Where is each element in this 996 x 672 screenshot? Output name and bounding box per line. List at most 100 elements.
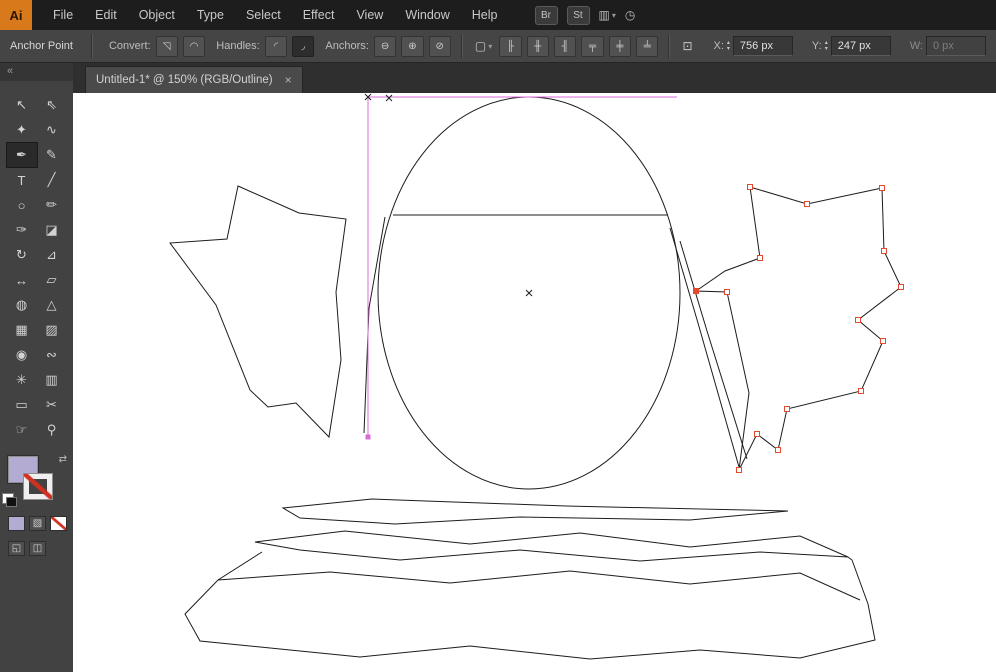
document-area: Untitled-1* @ 150% (RGB/Outline) × [73,63,996,672]
convert-to-smooth-button[interactable]: ◠ [182,35,206,57]
tool-symbol-sprayer[interactable]: ✳ [7,368,37,392]
menu-select[interactable]: Select [235,0,292,30]
app-logo: Ai [0,0,32,30]
swap-fill-stroke-icon[interactable]: ⇄ [59,454,67,465]
x-label: X: [713,40,724,52]
align-to-dropdown[interactable]: ▢ ▾ [475,39,492,53]
none-button[interactable] [50,516,67,531]
arrange-documents-dropdown[interactable]: ▥ ▾ [599,8,616,22]
align-right-button[interactable]: ╢ [554,35,577,57]
tool-eyedropper[interactable]: ◉ [7,343,37,367]
reference-point-icon[interactable]: ⊡ [682,39,692,53]
tool-gradient[interactable]: ▨ [37,318,67,342]
tool-artboard[interactable]: ▭ [7,393,37,417]
align-v-center-button[interactable]: ╪ [608,35,632,57]
toolbar: « ↖ ⇖ ✦ ∿ ✒ ✎ T ╱ ○ ✏ ✑ ◪ ↻ ⊿ ↔ ▱ ◍ △ ▦ … [0,63,73,672]
align-left-button[interactable]: ╟ [499,35,522,57]
tool-column-graph[interactable]: ▥ [37,368,67,392]
screen-mode-button[interactable]: ◫ [29,541,46,556]
tool-rotate[interactable]: ↻ [7,243,37,267]
y-label: Y: [811,40,822,52]
stroke-color-swatch[interactable] [23,473,53,500]
tab-close-icon[interactable]: × [285,73,292,87]
tool-width[interactable]: ↔ [7,268,37,292]
tool-zoom[interactable]: ⚲ [37,418,67,442]
x-field-group: X: ▴ ▾ 756 px [708,36,793,56]
align-bottom-button[interactable]: ╧ [636,35,659,57]
tool-line-segment[interactable]: ╱ [37,168,67,192]
menu-file[interactable]: File [42,0,84,30]
anchors-label: Anchors: [325,40,369,52]
y-field-group: Y: ▴ ▾ 247 px [806,36,891,56]
stepper-down-icon[interactable]: ▾ [825,46,828,52]
tool-paintbrush[interactable]: ✎ [37,143,67,167]
tool-shape-builder[interactable]: ◍ [7,293,37,317]
tool-direct-selection[interactable]: ⇖ [37,93,67,117]
convert-to-corner-button[interactable]: ◹ [155,35,178,57]
active-tool-label: Anchor Point [10,40,73,52]
bridge-button[interactable]: Br [534,5,558,25]
color-swatch-area: ⇄ [0,454,73,507]
menu-effect[interactable]: Effect [292,0,346,30]
menu-edit[interactable]: Edit [84,0,128,30]
separator [460,34,463,58]
w-field-group: W: 0 px [904,36,986,56]
toolbar-collapse-button[interactable]: « [0,63,73,81]
x-input[interactable]: 756 px [732,36,793,56]
tool-blob-brush[interactable]: ✏ [37,193,67,217]
performance-meter-icon[interactable]: ◷ [625,8,635,22]
draw-mode-button[interactable]: ◱ [8,541,25,556]
tool-blend[interactable]: ∾ [37,343,67,367]
y-input[interactable]: 247 px [830,36,891,56]
main-area: « ↖ ⇖ ✦ ∿ ✒ ✎ T ╱ ○ ✏ ✑ ◪ ↻ ⊿ ↔ ▱ ◍ △ ▦ … [0,63,996,672]
tool-lasso[interactable]: ∿ [37,118,67,142]
tool-magic-wand[interactable]: ✦ [7,118,37,142]
chevron-down-icon: ▾ [488,41,493,51]
x-stepper[interactable]: ▴ ▾ [727,40,730,52]
tool-slice[interactable]: ✂ [37,393,67,417]
chevron-down-icon: ▾ [611,10,616,20]
document-tab-bar: Untitled-1* @ 150% (RGB/Outline) × [73,63,996,93]
default-fill-stroke-icon[interactable] [2,493,17,507]
menu-help[interactable]: Help [461,0,509,30]
connect-anchors-button[interactable]: ⊕ [401,35,424,57]
control-bar: Anchor Point Convert: ◹ ◠ Handles: ◜ ◞ A… [0,30,996,63]
tool-free-transform[interactable]: ▱ [37,268,67,292]
stock-button[interactable]: St [566,5,590,25]
tool-hand[interactable]: ☞ [7,418,37,442]
tool-ellipse[interactable]: ○ [7,193,37,217]
cut-path-button[interactable]: ⊘ [428,35,451,57]
main-menu: File Edit Object Type Select Effect View… [42,0,509,30]
w-label: W: [909,40,923,52]
stepper-down-icon[interactable]: ▾ [727,46,730,52]
document-tab-title: Untitled-1* @ 150% (RGB/Outline) [96,74,273,86]
mode-row: ◱ ◫ [0,541,73,556]
tool-type[interactable]: T [7,168,37,192]
menu-view[interactable]: View [345,0,394,30]
tool-perspective-grid[interactable]: △ [37,293,67,317]
y-stepper[interactable]: ▴ ▾ [825,40,828,52]
menu-object[interactable]: Object [128,0,186,30]
align-top-button[interactable]: ╤ [581,35,604,57]
menu-type[interactable]: Type [186,0,235,30]
hide-handles-button[interactable]: ◞ [292,35,315,57]
artwork-svg [169,93,904,660]
gradient-button[interactable]: ▧ [29,516,46,531]
tool-eraser[interactable]: ◪ [37,218,67,242]
document-tab[interactable]: Untitled-1* @ 150% (RGB/Outline) × [85,66,303,93]
arrange-documents-icon: ▥ [598,8,610,22]
tool-pen[interactable]: ✒ [5,142,38,168]
tool-mesh[interactable]: ▦ [7,318,37,342]
remove-anchors-button[interactable]: ⊖ [373,35,397,57]
tool-scale[interactable]: ⊿ [37,243,67,267]
menu-window[interactable]: Window [394,0,460,30]
color-button[interactable] [8,516,25,531]
tool-pencil[interactable]: ✑ [7,218,37,242]
menu-bar: Ai File Edit Object Type Select Effect V… [0,0,996,30]
w-input: 0 px [925,36,986,56]
tool-selection[interactable]: ↖ [7,93,37,117]
align-h-center-button[interactable]: ╫ [526,35,549,57]
show-handles-button[interactable]: ◜ [264,35,288,57]
separator [668,34,671,58]
canvas[interactable] [73,93,996,672]
